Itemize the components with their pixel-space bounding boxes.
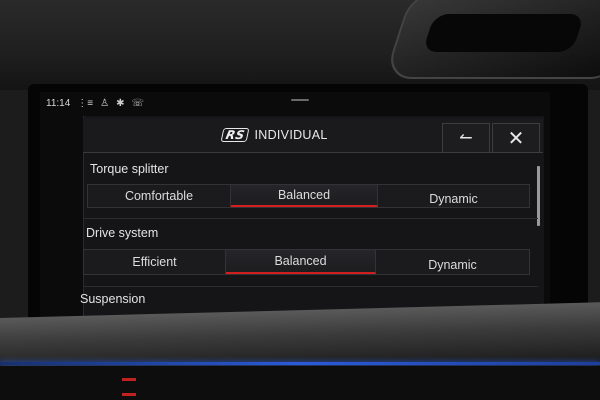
back-arrow-icon: ↼	[459, 130, 473, 147]
bluetooth-icon: ✱	[116, 97, 125, 109]
drive-system-label: Drive system	[86, 226, 159, 240]
indicator-light	[122, 393, 136, 396]
center-console	[0, 366, 600, 400]
status-time: 11:14	[46, 97, 71, 109]
air-vent	[383, 0, 600, 79]
ambient-light-strip	[0, 362, 600, 365]
phone-icon: ☏	[131, 97, 145, 109]
status-bar: 11:14 ⋮≡ ♙ ✱ ☏	[46, 95, 144, 111]
section-divider	[83, 218, 538, 219]
torque-splitter-label: Torque splitter	[90, 162, 169, 176]
drive-option-balanced[interactable]: Balanced	[226, 250, 376, 274]
suspension-label: Suspension	[80, 292, 146, 306]
close-button[interactable]: ✕	[492, 123, 540, 153]
torque-option-balanced[interactable]: Balanced	[231, 185, 378, 207]
drive-system-selector: Efficient Balanced Dynamic	[83, 249, 530, 275]
page-title: RS INDIVIDUAL	[220, 127, 328, 143]
pull-down-handle[interactable]	[291, 99, 309, 101]
person-icon: ♙	[100, 97, 110, 109]
torque-option-comfortable[interactable]: Comfortable	[88, 185, 231, 207]
section-divider	[83, 286, 538, 287]
torque-option-dynamic[interactable]: Dynamic	[378, 185, 529, 207]
rs-logo: RS	[220, 128, 250, 142]
drive-option-efficient[interactable]: Efficient	[84, 250, 226, 274]
close-icon: ✕	[507, 127, 525, 150]
torque-splitter-selector: Comfortable Balanced Dynamic	[87, 184, 530, 208]
indicator-light	[122, 378, 136, 381]
title-text: INDIVIDUAL	[254, 128, 328, 142]
back-button[interactable]: ↼	[442, 123, 490, 153]
drive-option-dynamic[interactable]: Dynamic	[376, 250, 529, 274]
scrollbar[interactable]	[537, 166, 540, 226]
signal-icon: ⋮≡	[77, 97, 94, 109]
